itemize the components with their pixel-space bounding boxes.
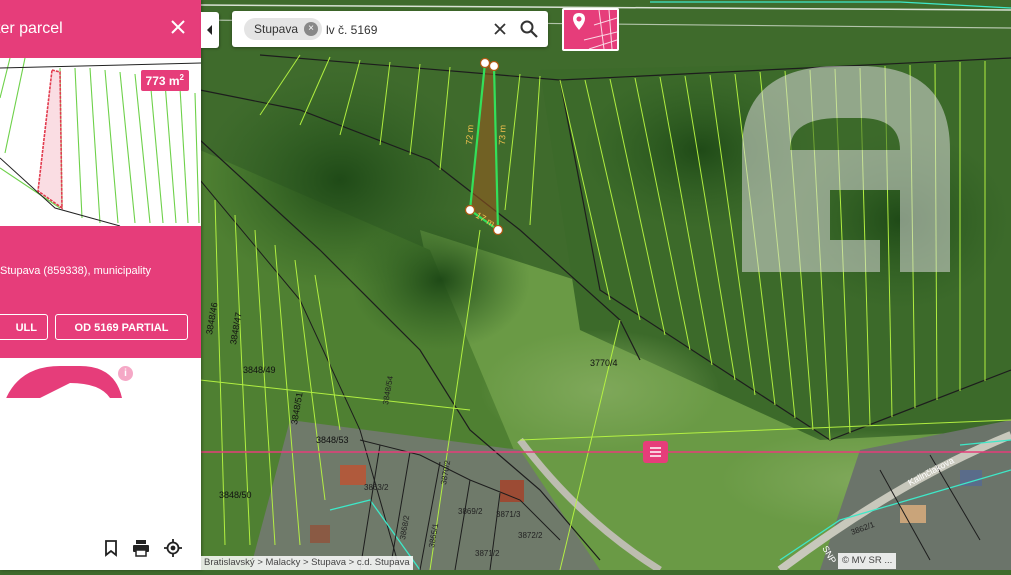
- panel-toolbar: [0, 528, 201, 570]
- parcel-label: 3863/2: [364, 483, 389, 492]
- parcel-label: 3848/53: [316, 435, 349, 445]
- full-ownership-button[interactable]: ULL: [0, 314, 48, 340]
- parcel-label: 3871/3: [496, 510, 521, 519]
- edge-label-east: 73 m: [497, 125, 508, 145]
- collapse-panel-button[interactable]: [201, 12, 219, 48]
- splitter-handle[interactable]: [643, 441, 668, 463]
- edge-label-west: 72 m: [464, 124, 475, 145]
- municipality-filter-chip[interactable]: Stupava ×: [244, 18, 323, 40]
- parcel-label: 3872/2: [518, 531, 543, 540]
- location-pin-icon: [573, 13, 585, 30]
- bookmark-icon[interactable]: [101, 538, 121, 558]
- search-icon[interactable]: [519, 19, 539, 39]
- partial-ownership-button[interactable]: OD 5169 PARTIAL: [55, 314, 188, 340]
- search-input[interactable]: [324, 17, 478, 43]
- locate-icon[interactable]: [163, 538, 183, 558]
- panel-header: ter parcel: [0, 0, 201, 58]
- clear-search-icon[interactable]: [491, 20, 509, 38]
- remove-chip-icon[interactable]: ×: [304, 22, 319, 36]
- parcel-info-section: Stupava (859338), municipality ULL OD 51…: [0, 226, 201, 358]
- location-breadcrumb: Bratislavský > Malacky > Stupava > c.d. …: [201, 556, 413, 570]
- parcel-preview-map: 773 m2: [0, 58, 201, 226]
- parcel-label: 3848/49: [243, 365, 276, 375]
- map-layer-toggle-button[interactable]: [562, 8, 619, 51]
- area-badge: 773 m2: [140, 70, 189, 91]
- search-bar: Stupava ×: [232, 11, 548, 47]
- close-icon[interactable]: [167, 16, 189, 38]
- parcel-label: 3869/2: [458, 507, 483, 516]
- watermark-logo-icon: [742, 66, 950, 272]
- parcel-panel: ter parcel 773 m2 Stupava (859338), muni…: [0, 0, 201, 570]
- panel-title: ter parcel: [0, 20, 63, 37]
- parcel-label: 3871/2: [475, 549, 500, 558]
- info-icon[interactable]: i: [118, 366, 133, 381]
- map-copyright: © MV SR ...: [838, 553, 897, 569]
- logo-icon: [0, 366, 201, 528]
- parcel-label: 3770/4: [590, 358, 618, 368]
- parcel-label: 3848/50: [219, 490, 252, 500]
- location-text: Stupava (859338), municipality: [0, 265, 152, 277]
- print-icon[interactable]: [131, 538, 151, 558]
- panel-lower-section: i: [0, 358, 201, 528]
